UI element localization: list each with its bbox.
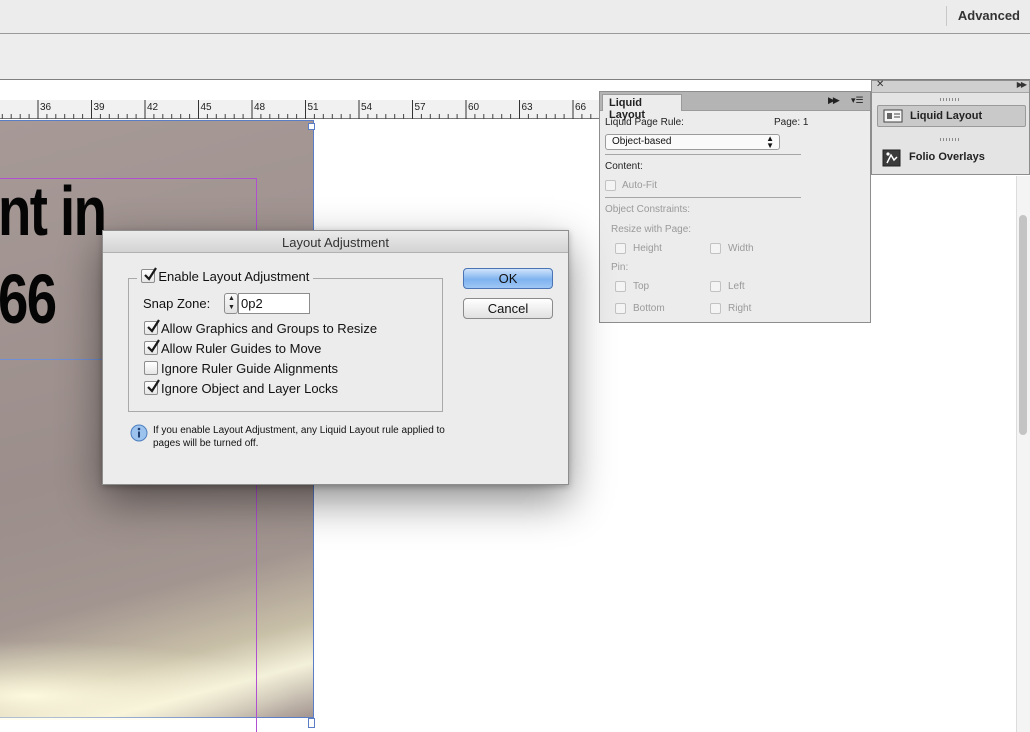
snap-zone-input[interactable]: 0p2 bbox=[238, 293, 310, 314]
ignore-object-layer-locks-checkbox[interactable] bbox=[144, 379, 160, 395]
enable-layout-adjustment-checkbox[interactable] bbox=[141, 267, 157, 283]
dock-item-folio-overlays[interactable]: Folio Overlays bbox=[877, 147, 1026, 169]
horizontal-ruler[interactable]: 36 39 42 45 48 51 54 57 60 63 66 bbox=[0, 100, 600, 119]
liquid-layout-icon bbox=[883, 109, 903, 123]
ruler-label: 51 bbox=[307, 102, 319, 113]
ruler-label: 36 bbox=[40, 102, 52, 113]
dock-item-liquid-layout[interactable]: Liquid Layout bbox=[877, 105, 1026, 127]
separator bbox=[946, 6, 947, 26]
resize-with-page-label: Resize with Page: bbox=[611, 224, 692, 235]
ruler-label: 54 bbox=[361, 102, 373, 113]
ok-button[interactable]: OK bbox=[463, 268, 553, 289]
auto-fit-label: Auto-Fit bbox=[622, 180, 658, 191]
pin-label: Pin: bbox=[611, 262, 629, 273]
width-checkbox[interactable] bbox=[710, 243, 721, 254]
column-guide bbox=[0, 359, 104, 360]
arrow-down-icon[interactable]: ▼ bbox=[228, 304, 235, 311]
pin-top-checkbox[interactable] bbox=[615, 281, 626, 292]
arrow-up-icon[interactable]: ▲ bbox=[228, 295, 235, 302]
checkmark-icon bbox=[147, 379, 160, 393]
object-constraints-label: Object Constraints: bbox=[605, 204, 691, 215]
grip-icon[interactable] bbox=[940, 98, 960, 101]
ruler-label: 48 bbox=[254, 102, 266, 113]
divider bbox=[605, 154, 801, 155]
dock-item-label: Liquid Layout bbox=[910, 110, 983, 122]
checkmark-icon bbox=[147, 319, 160, 333]
snap-zone-stepper[interactable]: ▲ ▼ bbox=[224, 293, 238, 314]
ruler-label: 39 bbox=[93, 102, 105, 113]
divider bbox=[605, 197, 801, 198]
ruler-label: 66 bbox=[575, 102, 587, 113]
ruler-label: 42 bbox=[147, 102, 159, 113]
grip-icon[interactable] bbox=[940, 138, 960, 141]
ruler-label: 63 bbox=[521, 102, 533, 113]
width-label: Width bbox=[728, 243, 754, 254]
frame-handle[interactable] bbox=[308, 123, 315, 130]
enable-row: Enable Layout Adjustment bbox=[137, 267, 314, 284]
workspace-switcher[interactable]: Advanced bbox=[958, 8, 1020, 23]
panel-menu-icon[interactable]: ▾☰ bbox=[851, 95, 864, 106]
checkmark-icon bbox=[147, 339, 160, 353]
liquid-layout-panel: Liquid Layout ▶▶ ▾☰ Liquid Page Rule: Pa… bbox=[599, 91, 871, 323]
frame-handle[interactable] bbox=[308, 718, 315, 728]
height-checkbox[interactable] bbox=[615, 243, 626, 254]
allow-graphics-resize-label: Allow Graphics and Groups to Resize bbox=[161, 321, 378, 336]
page-rule-select[interactable]: Object-based ▲ ▼ bbox=[605, 134, 780, 150]
close-icon[interactable]: ✕ bbox=[876, 79, 884, 90]
pin-right-checkbox[interactable] bbox=[710, 303, 721, 314]
pin-left-label: Left bbox=[728, 281, 745, 292]
application-bar: Advanced bbox=[0, 0, 1030, 34]
select-arrows-icon: ▲ ▼ bbox=[766, 134, 774, 150]
checkmark-icon bbox=[144, 267, 157, 281]
headline-line-2: 66 bbox=[0, 260, 57, 338]
pin-top-label: Top bbox=[633, 281, 650, 292]
pin-bottom-label: Bottom bbox=[633, 303, 665, 314]
panel-tab-bar: Liquid Layout ▶▶ ▾☰ bbox=[600, 92, 870, 121]
dock-header: ✕ ▶▶ bbox=[872, 79, 1029, 93]
allow-ruler-guides-move-label: Allow Ruler Guides to Move bbox=[161, 341, 322, 356]
ruler-ticks bbox=[1, 100, 600, 119]
page-rule-value: Object-based bbox=[612, 136, 672, 147]
height-label: Height bbox=[633, 243, 662, 254]
snap-zone-label: Snap Zone: bbox=[143, 296, 211, 311]
dock-item-label: Folio Overlays bbox=[909, 151, 985, 163]
info-message: If you enable Layout Adjustment, any Liq… bbox=[153, 425, 445, 449]
page-rule-label: Liquid Page Rule: bbox=[605, 117, 684, 128]
ignore-ruler-guide-alignments-checkbox[interactable] bbox=[144, 361, 158, 375]
allow-ruler-guides-move-checkbox[interactable] bbox=[144, 339, 160, 355]
page-number-label: Page: 1 bbox=[774, 117, 809, 128]
folio-overlays-icon bbox=[882, 149, 901, 167]
page-image-highlight bbox=[0, 640, 300, 720]
ruler-label: 57 bbox=[414, 102, 426, 113]
panel-dock: ✕ ▶▶ Liquid Layout Folio Overlays bbox=[871, 79, 1030, 175]
content-label: Content: bbox=[605, 161, 643, 172]
enable-layout-adjustment-label: Enable Layout Adjustment bbox=[158, 269, 310, 284]
headline-line-1: nt in bbox=[0, 172, 107, 250]
control-panel bbox=[0, 34, 1030, 80]
ruler-label: 60 bbox=[468, 102, 480, 113]
collapse-icon[interactable]: ▶▶ bbox=[828, 95, 840, 106]
scroll-thumb[interactable] bbox=[1019, 215, 1027, 435]
pin-right-label: Right bbox=[728, 303, 752, 314]
tab-liquid-layout[interactable]: Liquid Layout bbox=[602, 94, 682, 121]
ignore-ruler-guide-alignments-label: Ignore Ruler Guide Alignments bbox=[161, 361, 339, 376]
expand-icon[interactable]: ▶▶ bbox=[1017, 80, 1027, 89]
auto-fit-checkbox[interactable] bbox=[605, 180, 616, 191]
pin-left-checkbox[interactable] bbox=[710, 281, 721, 292]
allow-graphics-resize-checkbox[interactable] bbox=[144, 319, 160, 335]
pin-bottom-checkbox[interactable] bbox=[615, 303, 626, 314]
info-icon bbox=[130, 424, 148, 442]
ignore-object-layer-locks-label: Ignore Object and Layer Locks bbox=[161, 381, 339, 396]
cancel-button[interactable]: Cancel bbox=[463, 298, 553, 319]
layout-adjustment-dialog: Layout Adjustment Enable Layout Adjustme… bbox=[102, 230, 569, 485]
dialog-title[interactable]: Layout Adjustment bbox=[103, 231, 568, 253]
ruler-label: 45 bbox=[200, 102, 212, 113]
